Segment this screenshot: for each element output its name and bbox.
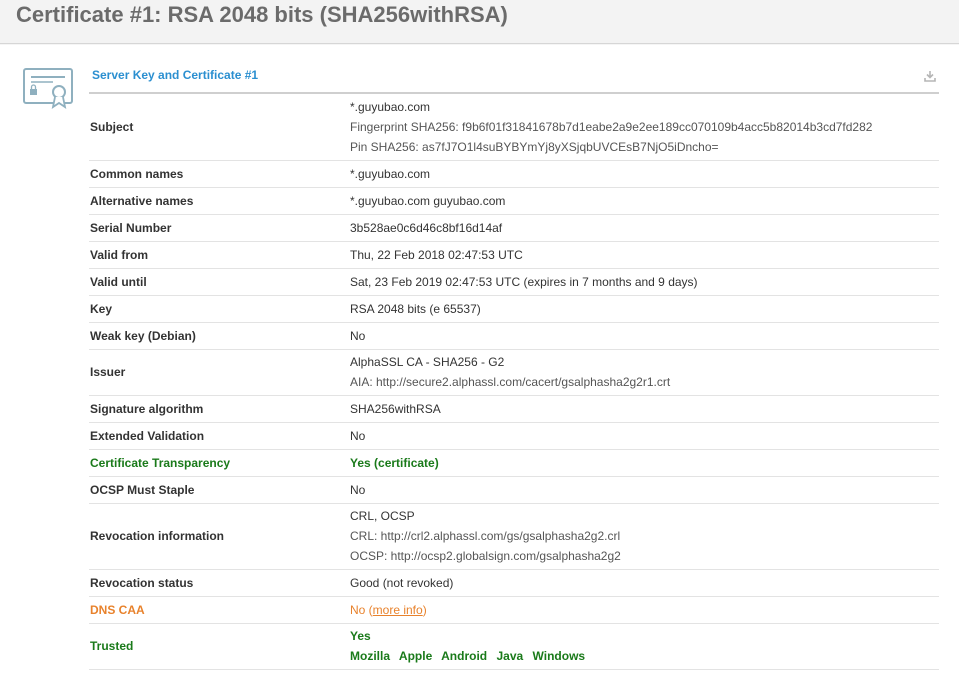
trust-store-windows: Windows [532,649,586,663]
section-title: Server Key and Certificate #1 [92,68,259,82]
more-info-link[interactable]: more info [373,603,423,617]
dns-caa-suffix: ) [422,602,427,617]
row-signature-algorithm: Signature algorithm SHA256withRSA [89,395,939,423]
alternative-names-value: *.guyubao.com guyubao.com [350,187,939,215]
label-issuer: Issuer [89,349,350,396]
row-certificate-transparency: Certificate Transparency Yes (certificat… [89,449,939,477]
key-value: RSA 2048 bits (e 65537) [350,295,939,323]
issuer-value: AlphaSSL CA - SHA256 - G2 [350,355,505,369]
page-title: Certificate #1: RSA 2048 bits (SHA256wit… [16,2,508,27]
row-subject: Subject *.guyubao.com Fingerprint SHA256… [89,94,939,161]
row-serial-number: Serial Number 3b528ae0c6d46c8bf16d14af [89,214,939,242]
label-trusted: Trusted [89,623,350,670]
label-extended-validation: Extended Validation [89,422,350,450]
certificate-transparency-value: Yes (certificate) [350,449,939,477]
subject-fingerprint: Fingerprint SHA256: f9b6f01f31841678b7d1… [350,119,873,134]
row-revocation-status: Revocation status Good (not revoked) [89,569,939,597]
revocation-crl: CRL: http://crl2.alphassl.com/gs/gsalpha… [350,529,621,543]
valid-until-value: Sat, 23 Feb 2019 02:47:53 UTC (expires i… [350,268,939,296]
dns-caa-prefix: No ( [350,602,373,617]
trust-store-apple: Apple [398,649,433,663]
issuer-aia: AIA: http://secure2.alphassl.com/cacert/… [350,375,671,389]
row-dns-caa: DNS CAA No (more info) [89,596,939,624]
certificate-panel: Server Key and Certificate #1 Subject *.… [0,45,959,697]
signature-algorithm-value: SHA256withRSA [350,395,939,423]
row-key: Key RSA 2048 bits (e 65537) [89,295,939,323]
trusted-value: Yes [350,629,371,643]
valid-from-value: Thu, 22 Feb 2018 02:47:53 UTC [350,241,939,269]
certificate-info-table: Subject *.guyubao.com Fingerprint SHA256… [89,94,939,670]
row-issuer: Issuer AlphaSSL CA - SHA256 - G2 AIA: ht… [89,349,939,396]
row-alternative-names: Alternative names *.guyubao.com guyubao.… [89,187,939,215]
label-valid-from: Valid from [89,241,350,269]
row-common-names: Common names *.guyubao.com [89,160,939,188]
trust-stores: Mozilla Apple Android Java Windows [350,646,939,666]
label-ocsp-must-staple: OCSP Must Staple [89,476,350,504]
label-alternative-names: Alternative names [89,187,350,215]
certificate-icon [23,68,73,109]
common-names-value: *.guyubao.com [350,160,939,188]
label-revocation-status: Revocation status [89,569,350,597]
row-valid-until: Valid until Sat, 23 Feb 2019 02:47:53 UT… [89,268,939,296]
label-key: Key [89,295,350,323]
label-signature-algorithm: Signature algorithm [89,395,350,423]
subject-pin: Pin SHA256: as7fJ7O1l4suBYBYmYj8yXSjqbUV… [350,139,719,154]
extended-validation-value: No [350,422,939,450]
label-common-names: Common names [89,160,350,188]
label-valid-until: Valid until [89,268,350,296]
revocation-status-value: Good (not revoked) [350,569,939,597]
revocation-ocsp: OCSP: http://ocsp2.globalsign.com/gsalph… [350,549,621,563]
row-trusted: Trusted Yes Mozilla Apple Android Java W… [89,623,939,670]
download-icon[interactable] [924,70,936,82]
row-ocsp-must-staple: OCSP Must Staple No [89,476,939,504]
label-weak-key: Weak key (Debian) [89,322,350,350]
row-revocation-information: Revocation information CRL, OCSP CRL: ht… [89,503,939,570]
row-valid-from: Valid from Thu, 22 Feb 2018 02:47:53 UTC [89,241,939,269]
ocsp-must-staple-value: No [350,476,939,504]
revocation-info-value: CRL, OCSP [350,509,415,523]
subject-value: *.guyubao.com [350,99,431,114]
serial-number-value: 3b528ae0c6d46c8bf16d14af [350,214,939,242]
title-bar: Certificate #1: RSA 2048 bits (SHA256wit… [0,0,959,44]
trust-store-android: Android [441,649,488,663]
label-certificate-transparency: Certificate Transparency [89,449,350,477]
label-dns-caa: DNS CAA [89,596,350,624]
dns-caa-value: No (more info) [350,596,939,624]
trust-store-java: Java [496,649,524,663]
row-weak-key: Weak key (Debian) No [89,322,939,350]
label-subject: Subject [89,94,350,161]
trust-store-mozilla: Mozilla [350,649,391,663]
row-extended-validation: Extended Validation No [89,422,939,450]
label-serial-number: Serial Number [89,214,350,242]
label-revocation-information: Revocation information [89,503,350,570]
weak-key-value: No [350,322,939,350]
